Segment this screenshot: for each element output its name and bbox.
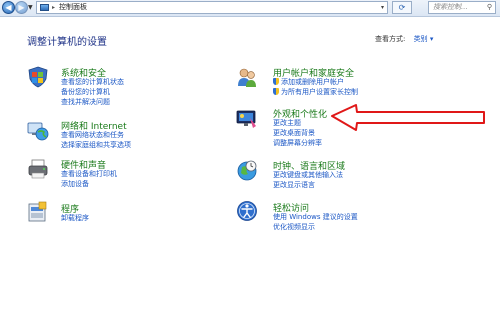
- link-screen-resolution[interactable]: 调整屏幕分辨率: [273, 139, 322, 147]
- control-panel-icon: [40, 4, 49, 11]
- link-network-status[interactable]: 查看网络状态和任务: [61, 131, 124, 139]
- link-parental-controls[interactable]: 为所有用户设置家长控制: [273, 88, 358, 96]
- address-bar: ◀ ▶ ▼ ▸ 控制面板 ▾ ⟳ 搜索控制... ⚲: [0, 0, 500, 17]
- refresh-icon: ⟳: [398, 3, 406, 12]
- link-troubleshoot[interactable]: 查找并解决问题: [61, 98, 110, 106]
- annotation-arrow: [331, 104, 485, 131]
- link-add-device[interactable]: 添加设备: [61, 180, 89, 188]
- link-uninstall-program[interactable]: 卸载程序: [61, 214, 89, 222]
- link-change-keyboard-input[interactable]: 更改键盘或其他输入法: [273, 171, 343, 179]
- uac-shield-icon: [273, 78, 279, 85]
- history-dropdown-icon[interactable]: ▼: [28, 3, 34, 13]
- view-by-value: 类别: [413, 35, 428, 43]
- printer-icon[interactable]: [27, 158, 49, 180]
- breadcrumb[interactable]: ▸ 控制面板 ▾: [36, 1, 388, 14]
- users-icon[interactable]: [236, 66, 258, 88]
- network-globe-icon[interactable]: [27, 120, 49, 142]
- forward-button[interactable]: ▶: [15, 1, 28, 14]
- programs-icon[interactable]: [27, 201, 49, 223]
- view-by-label: 查看方式:: [375, 35, 406, 43]
- link-change-desktop-background[interactable]: 更改桌面背景: [273, 129, 315, 137]
- back-button[interactable]: ◀: [2, 1, 15, 14]
- chevron-down-icon[interactable]: ▾: [381, 2, 384, 13]
- ease-of-access-icon[interactable]: [236, 200, 258, 222]
- search-icon[interactable]: ⚲: [487, 2, 492, 13]
- shield-flag-icon[interactable]: [27, 66, 49, 88]
- uac-shield-icon: [273, 88, 279, 95]
- link-windows-recommended-settings[interactable]: 使用 Windows 建议的设置: [273, 213, 358, 221]
- link-optimize-visual-display[interactable]: 优化视频显示: [273, 223, 315, 231]
- link-devices-printers[interactable]: 查看设备和打印机: [61, 170, 117, 178]
- breadcrumb-control-panel[interactable]: 控制面板: [59, 2, 87, 13]
- link-backup-computer[interactable]: 备份您的计算机: [61, 88, 110, 96]
- link-view-computer-status[interactable]: 查看您的计算机状态: [61, 78, 124, 86]
- link-change-theme[interactable]: 更改主题: [273, 119, 301, 127]
- refresh-button[interactable]: ⟳: [392, 1, 412, 14]
- page-title: 调整计算机的设置: [27, 37, 107, 48]
- link-add-remove-users[interactable]: 添加或删除用户帐户: [273, 78, 344, 86]
- display-paint-icon[interactable]: [236, 108, 258, 130]
- search-input[interactable]: 搜索控制... ⚲: [428, 1, 496, 14]
- search-placeholder: 搜索控制...: [433, 3, 468, 11]
- view-by: 查看方式: 类别 ▾: [375, 34, 433, 44]
- link-parental-controls-label: 为所有用户设置家长控制: [281, 88, 358, 96]
- link-add-remove-users-label: 添加或删除用户帐户: [281, 78, 344, 86]
- link-homegroup-sharing[interactable]: 选择家庭组和共享选项: [61, 141, 131, 149]
- link-change-display-language[interactable]: 更改显示语言: [273, 181, 315, 189]
- chevron-right-icon[interactable]: ▸: [52, 2, 55, 13]
- view-by-select[interactable]: 类别 ▾: [414, 35, 434, 43]
- clock-globe-icon[interactable]: [236, 159, 258, 181]
